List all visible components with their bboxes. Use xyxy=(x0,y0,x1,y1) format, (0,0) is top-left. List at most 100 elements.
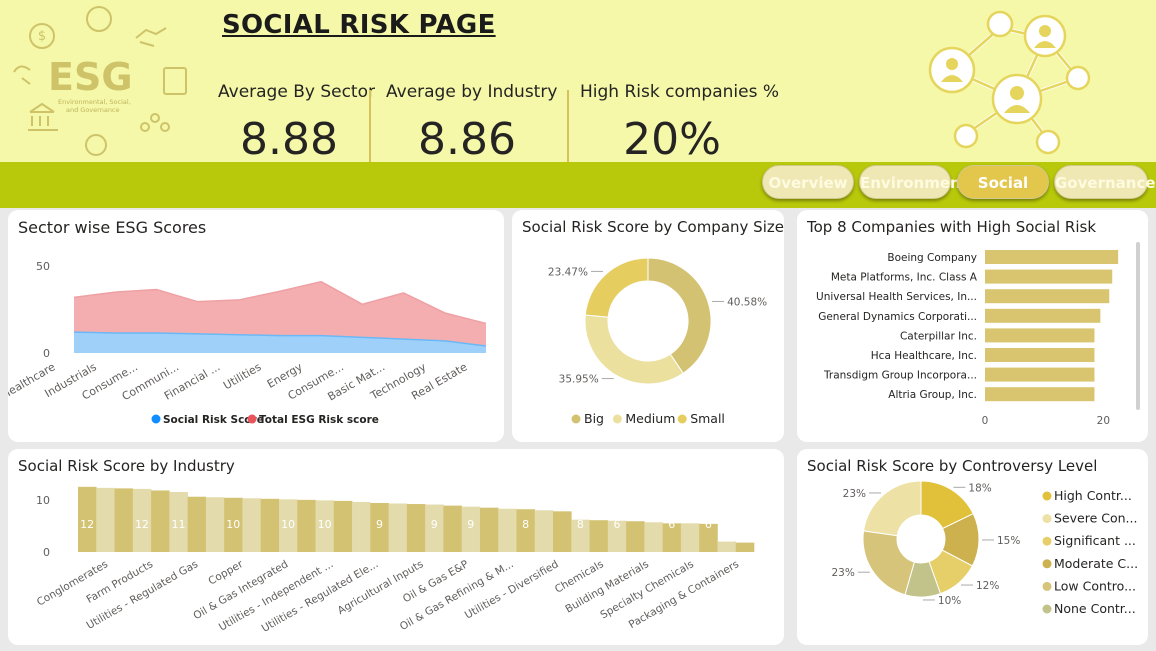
data-label: 10 xyxy=(281,518,295,531)
column-bar xyxy=(388,503,408,552)
kpi-label: Average By Sector xyxy=(218,82,375,102)
legend-label: Small xyxy=(690,411,725,426)
kpi-value: 20% xyxy=(623,114,721,165)
data-label: 9 xyxy=(376,518,383,531)
donut-slice xyxy=(647,257,712,374)
kpi-label: Average by Industry xyxy=(386,82,558,102)
legend-label: Severe Con... xyxy=(1054,511,1137,526)
legend-label: Significant ... xyxy=(1054,533,1136,548)
nav-governance-button[interactable]: Governance xyxy=(1054,165,1156,199)
column-bar xyxy=(644,522,663,552)
legend-label: Big xyxy=(584,411,604,426)
data-label: 10% xyxy=(938,595,961,607)
bar xyxy=(985,348,1095,362)
page-title: SOCIAL RISK PAGE xyxy=(222,10,496,40)
kpi-divider xyxy=(567,90,569,162)
column-bar xyxy=(717,541,737,552)
column-bar xyxy=(498,508,517,552)
column-bar xyxy=(205,497,225,552)
kpi-divider xyxy=(369,90,371,162)
column-bar xyxy=(352,501,371,552)
legend-marker xyxy=(247,414,257,424)
data-label: 11 xyxy=(171,518,185,531)
legend-label: High Contr... xyxy=(1054,488,1132,503)
legend-marker xyxy=(677,414,687,424)
scrollbar xyxy=(1136,242,1140,410)
y-tick-label: 10 xyxy=(36,494,50,507)
bar-category-label: Boeing Company xyxy=(887,252,977,264)
legend-label: Medium xyxy=(625,411,675,426)
data-label: 9 xyxy=(467,518,474,531)
data-label: 18% xyxy=(968,482,991,494)
column-bar xyxy=(114,488,134,552)
kpi-average-by-sector: Average By Sector 8.88 xyxy=(218,82,375,165)
column-bar xyxy=(443,505,462,552)
svg-text:Environmental, Social,: Environmental, Social, xyxy=(58,98,131,106)
sector-scores-card: Sector wise ESG Scores 0 50 Healthcare Indu… xyxy=(8,210,504,442)
column-bar xyxy=(333,500,353,552)
svg-text:$: $ xyxy=(38,29,46,44)
legend-label: Moderate C... xyxy=(1054,556,1138,571)
legend-label: Low Contro... xyxy=(1054,578,1136,593)
column-bar xyxy=(680,523,700,552)
bar xyxy=(985,387,1095,402)
donut-slice xyxy=(584,314,684,385)
bar xyxy=(985,250,1119,264)
data-label: 10 xyxy=(318,518,332,531)
legend-label: Total ESG Risk score xyxy=(259,414,379,426)
data-label: 6 xyxy=(705,518,712,531)
column-bar xyxy=(242,498,262,552)
data-label: 12 xyxy=(80,518,94,531)
column-bar xyxy=(589,520,609,552)
column-bar xyxy=(735,542,755,552)
data-label: 6 xyxy=(613,518,620,531)
bar-category-label: Universal Health Services, In... xyxy=(816,291,977,303)
company-size-donut-chart[interactable]: 40.58% 35.95% 23.47% Big Medium Small xyxy=(512,210,784,442)
kpi-value: 8.86 xyxy=(418,114,516,165)
column-bar xyxy=(260,498,280,552)
y-tick-label: 0 xyxy=(43,347,50,360)
donut-slice xyxy=(862,530,915,596)
kpi-average-by-industry: Average by Industry 8.86 xyxy=(386,82,558,165)
x-tick-label: Utilities xyxy=(221,360,264,392)
bar-category-label: Caterpillar Inc. xyxy=(900,330,977,342)
industry-column-chart[interactable]: 01012 12 11 10 10 10 9 9 9 8 8 6 6 6ConglomeratesFarm… xyxy=(8,449,784,645)
legend-marker xyxy=(151,414,161,424)
donut-slice xyxy=(863,480,922,537)
top-companies-card: Top 8 Companies with High Social Risk Bo… xyxy=(797,210,1148,442)
bar xyxy=(985,367,1095,382)
legend-label: None Contr... xyxy=(1054,601,1136,616)
legend-marker xyxy=(1042,559,1052,569)
data-label: 8 xyxy=(577,518,584,531)
nav-overview-button[interactable]: Overview xyxy=(762,165,854,199)
bar xyxy=(985,269,1113,284)
svg-text:ESG: ESG xyxy=(48,55,133,99)
legend-marker xyxy=(1042,604,1052,614)
y-tick-label: 0 xyxy=(43,546,50,559)
data-label: 12% xyxy=(976,580,999,592)
data-label: 40.58% xyxy=(727,296,767,308)
industry-card: Social Risk Score by Industry 0 10 12 12 11 1… xyxy=(8,449,784,645)
bar-category-label: General Dynamics Corporati... xyxy=(818,311,977,323)
bar xyxy=(985,289,1110,304)
legend-marker xyxy=(1042,536,1052,546)
legend-marker xyxy=(1042,581,1052,591)
kpi-value: 8.88 xyxy=(240,114,338,165)
column-bar xyxy=(96,487,115,552)
legend-marker xyxy=(571,414,581,424)
data-label: 15% xyxy=(997,535,1020,547)
data-label: 35.95% xyxy=(559,374,599,386)
column-bar xyxy=(553,511,572,552)
bar-category-label: Altria Group, Inc. xyxy=(888,389,977,401)
controversy-donut-chart[interactable]: 18% 15% 12% 10% 23% 23% High Contr... Severe Co… xyxy=(797,449,1148,645)
sector-area-chart[interactable]: 050HealthcareIndustrialsConsume...Commun… xyxy=(8,210,504,442)
x-tick-label: 0 xyxy=(982,415,989,427)
bar xyxy=(985,308,1101,323)
legend-marker xyxy=(612,414,622,424)
column-bar xyxy=(406,504,426,552)
legend-marker xyxy=(1042,491,1052,501)
nav-social-button[interactable]: Social xyxy=(957,165,1049,199)
top-companies-bar-chart[interactable]: Boeing Company Meta Platforms, Inc. Class… xyxy=(797,210,1148,442)
svg-text:and Governance: and Governance xyxy=(66,106,120,114)
nav-environment-button[interactable]: Environment xyxy=(859,165,968,199)
